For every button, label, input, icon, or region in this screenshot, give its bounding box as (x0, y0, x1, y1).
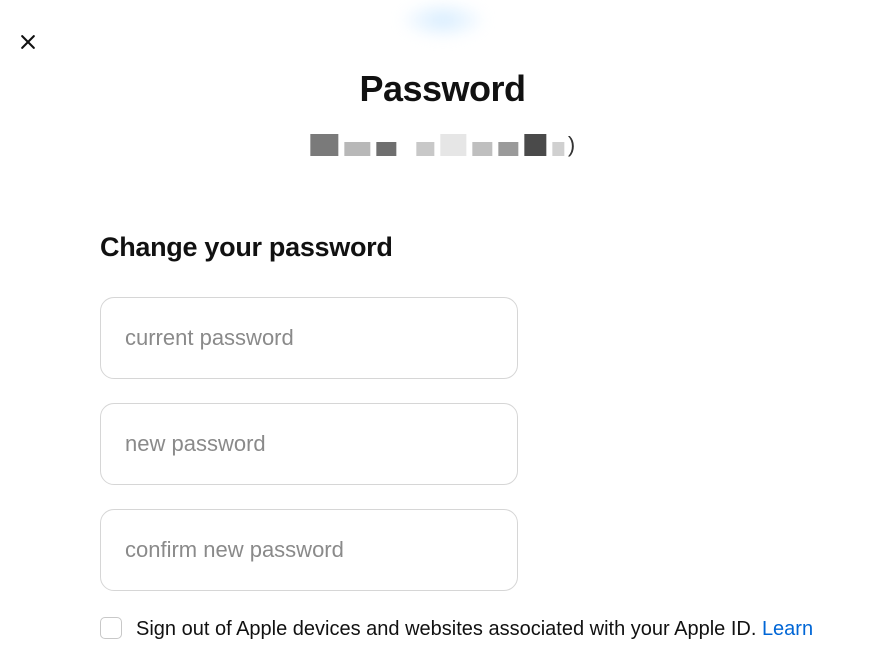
signout-option-row: Sign out of Apple devices and websites a… (100, 615, 880, 643)
current-password-input[interactable] (100, 297, 518, 379)
page-title: Password (0, 68, 885, 110)
signout-label-text: Sign out of Apple devices and websites a… (136, 618, 762, 640)
signout-label-container: Sign out of Apple devices and websites a… (136, 615, 880, 643)
new-password-input[interactable] (100, 403, 518, 485)
section-heading: Change your password (100, 232, 855, 263)
learn-more-link[interactable]: Learn (762, 618, 813, 640)
confirm-password-input[interactable] (100, 509, 518, 591)
close-button[interactable] (14, 28, 42, 56)
account-identifier-redacted: ) (310, 132, 575, 158)
close-icon (18, 32, 38, 52)
header-blur-decoration (398, 0, 488, 40)
signout-checkbox[interactable] (100, 617, 122, 639)
change-password-section: Change your password Sign out of Apple d… (100, 232, 855, 643)
